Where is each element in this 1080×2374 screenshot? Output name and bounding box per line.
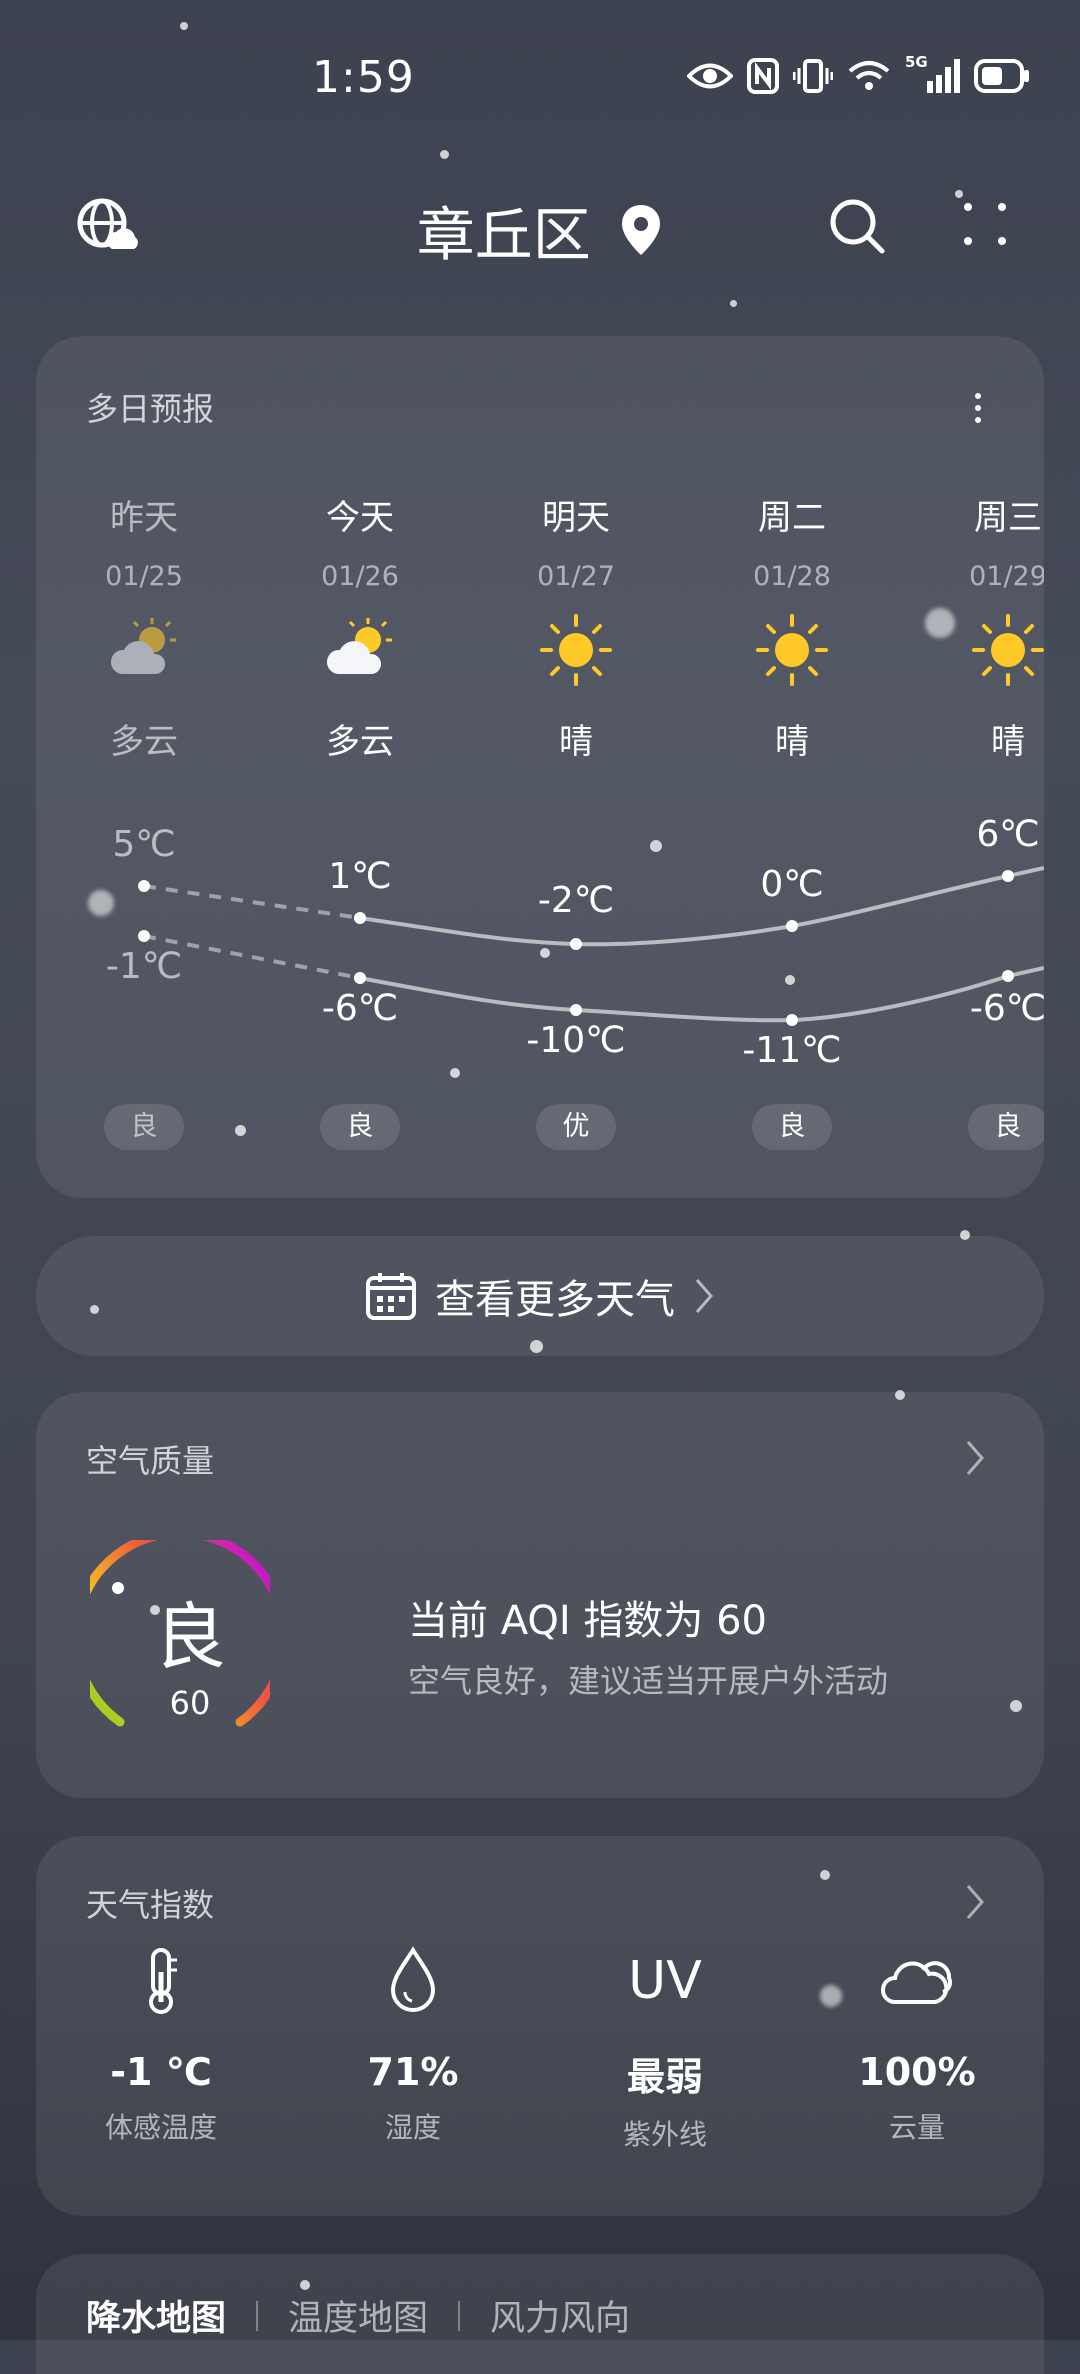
low-temp: -1℃: [105, 946, 183, 987]
status-time: 1:59: [312, 52, 415, 103]
air-quality-title: 空气质量: [86, 1442, 215, 1480]
city-name: 章丘区: [416, 201, 591, 269]
weather-index-card[interactable]: 天气指数 -1 ℃ 体感温度 71% 湿度 UV 最弱 紫外线 100% 云量: [36, 1836, 1044, 2216]
aqi-headline: 当前 AQI 指数为 60: [408, 1598, 767, 1644]
index-value: 71%: [367, 2050, 459, 2094]
droplet-icon: [390, 1946, 436, 2012]
aqi-advice: 空气良好，建议适当开展户外活动: [408, 1662, 889, 1700]
index-item-cloud[interactable]: 100% 云量: [792, 1946, 1042, 2146]
temperature-curve: [138, 866, 1044, 1026]
aqi-number: 60: [169, 1684, 211, 1722]
map-tabs-card: 降水地图 温度地图 风力风向: [36, 2254, 1044, 2374]
index-value: -1 ℃: [110, 2050, 212, 2094]
more-weather-label: 查看更多天气: [435, 1277, 675, 1323]
tab-divider: [458, 2300, 461, 2331]
aqi-pill: 良: [320, 1104, 400, 1150]
network-type-label: 5G: [905, 53, 928, 71]
aqi-level: 良: [153, 1595, 226, 1679]
cloud-icon: [881, 1961, 953, 2004]
weather-index-title: 天气指数: [86, 1886, 215, 1924]
index-value: 最弱: [626, 2055, 703, 2099]
location-title[interactable]: 章丘区: [0, 188, 1080, 272]
battery-icon: [974, 59, 1029, 93]
index-label: 体感温度: [104, 2111, 217, 2144]
high-temp: 5℃: [112, 824, 176, 865]
more-menu-icon[interactable]: [956, 195, 1020, 259]
aqi-pill: 优: [536, 1104, 616, 1150]
more-weather-button[interactable]: 查看更多天气: [36, 1236, 1044, 1356]
aqi-pill: 良: [752, 1104, 832, 1150]
index-value: 100%: [858, 2050, 976, 2094]
status-icons: 5G: [687, 53, 1030, 94]
low-temp: -6℃: [969, 988, 1044, 1029]
low-temp: -10℃: [526, 1020, 626, 1061]
thermometer-icon: [149, 1948, 177, 2014]
forecast-card: 多日预报 昨天 01/25 多云 今天 01/26 多云 明天 01/27 晴 …: [36, 336, 1044, 1198]
aqi-pill: 良: [968, 1104, 1044, 1150]
wifi-icon: [848, 61, 890, 90]
uv-icon: UV: [628, 1951, 702, 2011]
vibrate-icon: [793, 59, 833, 93]
tab-divider: [256, 2300, 259, 2331]
tab-wind-map[interactable]: 风力风向: [490, 2290, 630, 2341]
tab-precipitation-map[interactable]: 降水地图: [86, 2290, 226, 2341]
cell-signal: 5G: [905, 53, 960, 93]
high-temp: 0℃: [760, 864, 824, 905]
high-temp: 1℃: [328, 856, 392, 897]
eye-icon: [687, 63, 733, 89]
map-tabs: 降水地图 温度地图 风力风向: [86, 2290, 630, 2341]
low-temp: -6℃: [321, 988, 399, 1029]
index-label: 湿度: [384, 2111, 441, 2144]
index-item-uv[interactable]: UV 最弱 紫外线: [540, 1946, 790, 2153]
index-label: 云量: [888, 2111, 945, 2144]
location-pin-icon: [622, 205, 661, 255]
index-label: 紫外线: [622, 2118, 707, 2151]
search-icon[interactable]: [826, 195, 890, 259]
aqi-pill: 良: [104, 1104, 184, 1150]
nfc-icon: [747, 58, 779, 94]
calendar-icon: [366, 1273, 416, 1320]
index-item-humidity[interactable]: 71% 湿度: [288, 1946, 538, 2146]
chevron-right-icon: [695, 1279, 713, 1313]
air-quality-card[interactable]: 空气质量 良 60 当前 AQI 指数为 60 空气良好，建议适当开展户外活动: [36, 1392, 1044, 1798]
chevron-right-icon: [966, 1441, 984, 1475]
low-temp: -11℃: [742, 1030, 842, 1071]
chevron-right-icon: [966, 1885, 984, 1919]
high-temp: 6℃: [976, 814, 1040, 855]
index-item-feels-like[interactable]: -1 ℃ 体感温度: [36, 1946, 286, 2146]
tab-temperature-map[interactable]: 温度地图: [288, 2290, 428, 2341]
high-temp: -2℃: [537, 880, 615, 921]
